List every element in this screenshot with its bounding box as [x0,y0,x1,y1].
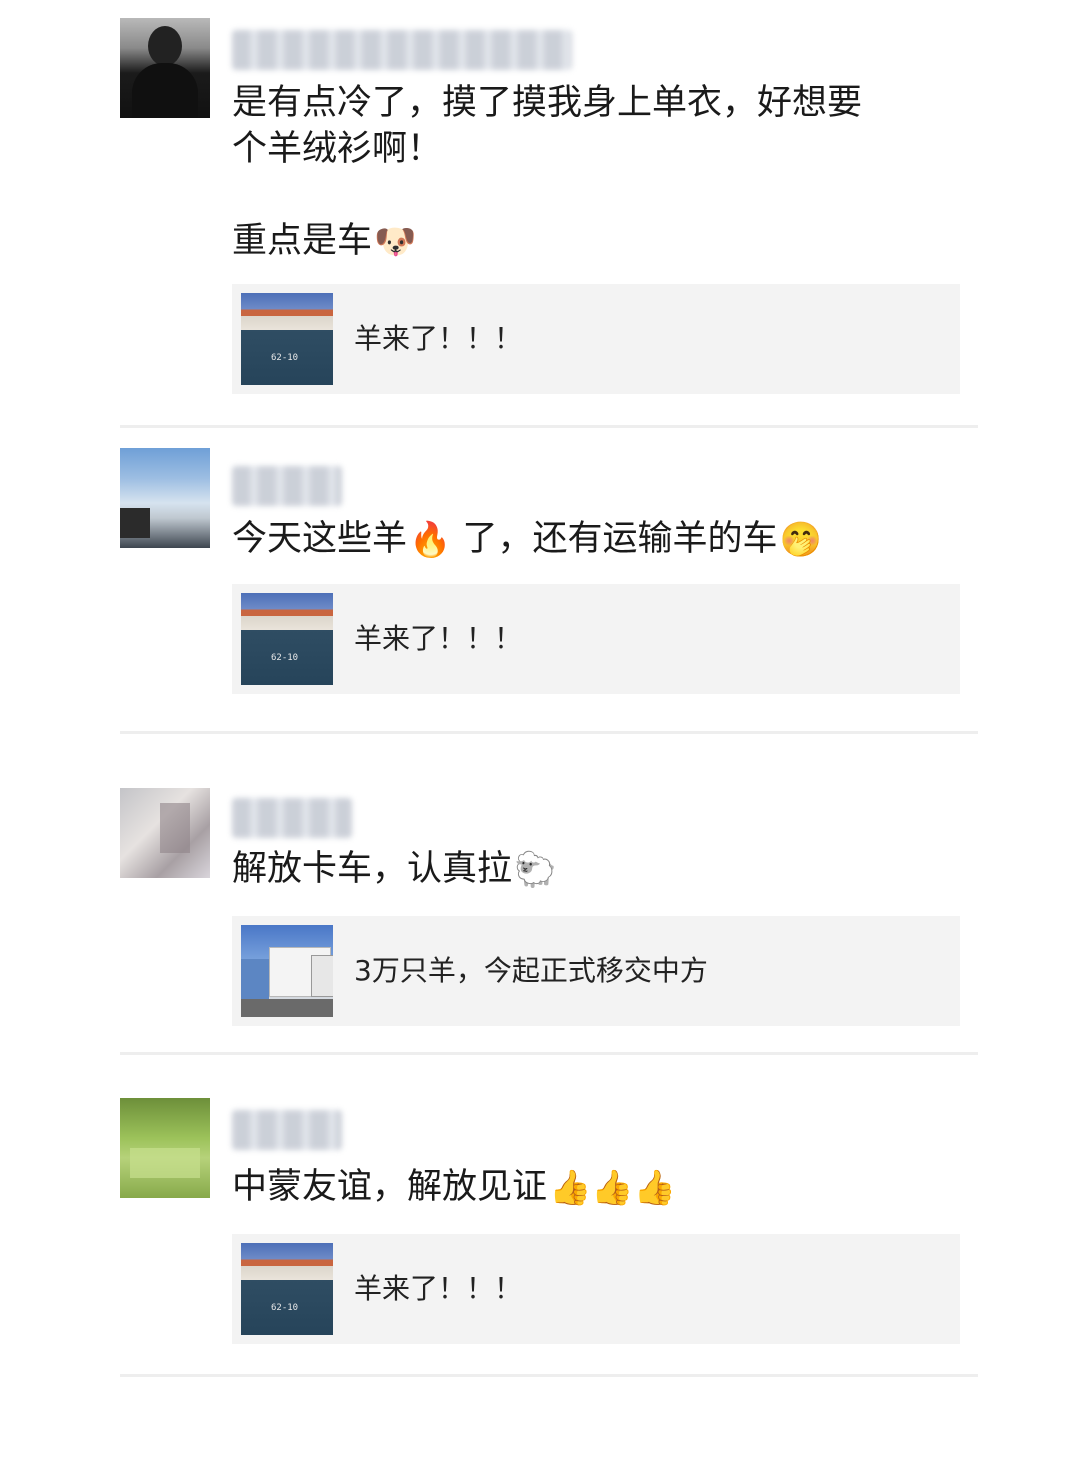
avatar[interactable] [120,448,210,548]
dog-face-icon: 🐶 [374,222,417,262]
divider [120,1052,978,1055]
post-text: 今天这些羊🔥 了，还有运输羊的车🤭 [232,519,822,560]
link-title: 羊来了！！！ [354,622,523,655]
feed-post: 今天这些羊🔥 了，还有运输羊的车🤭 62-10 羊来了！！！ [120,448,978,698]
shared-link-card[interactable]: 62-10 羊来了！！！ [232,584,960,694]
shared-link-card[interactable]: 62-10 羊来了！！！ [232,1234,960,1344]
username-blurred[interactable] [232,798,352,838]
feed-post: 是有点冷了，摸了摸我身上单衣，好想要 个羊绒衫啊！ 重点是车🐶 62-10 羊来了！… [120,18,978,398]
link-title: 羊来了！！！ [354,1272,523,1305]
avatar[interactable] [120,18,210,118]
hand-over-mouth-icon: 🤭 [779,520,822,560]
avatar[interactable] [120,788,210,878]
divider [120,731,978,734]
post-text: 中蒙友谊，解放见证👍👍👍 [232,1167,677,1208]
username-blurred[interactable] [232,1110,342,1150]
sheep-icon: 🐑 [514,850,557,890]
feed-post: 解放卡车，认真拉🐑 3万只羊，今起正式移交中方 [120,788,978,1033]
post-text: 解放卡车，认真拉🐑 [232,849,557,890]
fire-icon: 🔥 [409,520,452,560]
username-blurred[interactable] [232,30,572,70]
link-thumbnail: 62-10 [241,593,333,685]
link-thumbnail [241,925,333,1017]
moments-comment-feed: 是有点冷了，摸了摸我身上单衣，好想要 个羊绒衫啊！ 重点是车🐶 62-10 羊来了！… [0,0,1080,1484]
link-title: 羊来了！！！ [354,322,523,355]
link-thumbnail: 62-10 [241,1243,333,1335]
username-blurred[interactable] [232,466,342,506]
link-title: 3万只羊，今起正式移交中方 [354,954,708,987]
link-thumbnail: 62-10 [241,293,333,385]
post-text: 是有点冷了，摸了摸我身上单衣，好想要 个羊绒衫啊！ 重点是车🐶 [232,83,863,262]
shared-link-card[interactable]: 62-10 羊来了！！！ [232,284,960,394]
thumbs-up-icon: 👍👍👍 [549,1168,677,1208]
shared-link-card[interactable]: 3万只羊，今起正式移交中方 [232,916,960,1026]
avatar[interactable] [120,1098,210,1198]
feed-post: 中蒙友谊，解放见证👍👍👍 62-10 羊来了！！！ [120,1098,978,1348]
divider [120,1374,978,1377]
divider [120,425,978,428]
